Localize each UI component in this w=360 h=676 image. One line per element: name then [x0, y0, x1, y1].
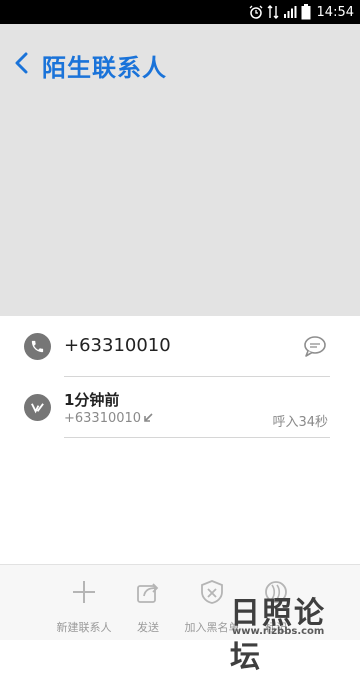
phone-icon: [24, 333, 51, 360]
phone-number-row[interactable]: +63310010: [0, 316, 360, 377]
page-title: 陌生联系人: [42, 54, 167, 82]
message-button[interactable]: [302, 334, 328, 358]
call-log-row[interactable]: 1分钟前 +63310010 呼入34秒: [0, 377, 360, 438]
bottom-action-bar: 新建联系人 发送 加入黑名单 标记: [0, 564, 360, 640]
incoming-call-arrow-icon: [144, 413, 153, 422]
call-time-ago: 1分钟前: [64, 391, 120, 409]
message-bubble-icon: [304, 336, 326, 357]
plus-icon: [73, 581, 95, 603]
share-icon: [137, 583, 159, 603]
alarm-icon: [249, 5, 262, 19]
mark-label: 标记: [265, 621, 287, 634]
mark-icon: [265, 581, 287, 603]
signal-icon: [283, 6, 297, 18]
call-duration: 呼入34秒: [272, 415, 328, 430]
battery-icon: [301, 4, 311, 20]
status-bar: 14:54: [0, 0, 360, 24]
mark-button[interactable]: 标记: [244, 565, 308, 641]
network-icon: [267, 5, 279, 19]
back-button[interactable]: [8, 46, 36, 80]
block-shield-icon: [201, 580, 223, 604]
row-divider: [64, 437, 330, 438]
phone-number: +63310010: [64, 335, 171, 356]
call-number: +63310010: [64, 411, 142, 426]
chevron-left-icon: [15, 52, 28, 74]
call-log-icon: [24, 394, 51, 421]
header: 陌生联系人: [0, 24, 360, 316]
status-time: 14:54: [316, 4, 354, 20]
